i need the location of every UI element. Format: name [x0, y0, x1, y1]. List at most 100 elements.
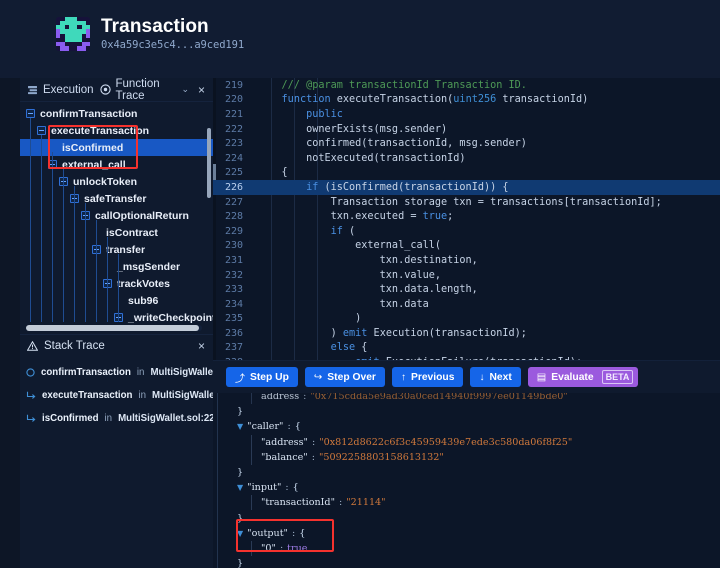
trace-node-label: isConfirmed [62, 141, 124, 154]
code-line[interactable]: 234 txn.data [213, 297, 720, 312]
code-text: public [306, 108, 343, 120]
tree-vertical-scrollbar[interactable] [207, 128, 211, 198]
json-row[interactable]: } [223, 556, 720, 568]
code-line[interactable]: 231 txn.destination, [213, 253, 720, 268]
code-line[interactable]: 233 txn.data.length, [213, 282, 720, 297]
code-line[interactable]: 228 txn.executed = true; [213, 209, 720, 224]
function-trace-tree[interactable]: confirmTransaction executeTransaction isCo… [20, 102, 213, 334]
trace-node[interactable]: unlockToken [20, 173, 213, 190]
json-row[interactable]: ▼ "input":{ [223, 480, 720, 495]
json-indent-rail [251, 434, 252, 450]
trace-node-label: confirmTransaction [40, 107, 138, 120]
trace-node-label: external_call [62, 158, 126, 171]
stack-trace-list: confirmTransaction in MultiSigWallet.sol… [20, 356, 213, 430]
stack-trace-title: Stack Trace [44, 339, 105, 352]
json-key: "input" [247, 482, 282, 494]
line-number: 235 [224, 313, 243, 325]
code-viewer[interactable]: 219 /// @param transactionId Transaction… [213, 78, 720, 360]
step-up-button[interactable]: ⤴ Step Up [226, 367, 298, 387]
stack-trace-function: executeTransaction [42, 390, 133, 401]
json-key: address [261, 393, 300, 403]
debugger-app: Transaction 0x4a59c3e5c4...a9ced191 Exec… [0, 0, 720, 568]
stack-trace-location: MultiSigWallet.sol:203 [152, 390, 213, 401]
code-line[interactable]: 226 if (isConfirmed(transactionId)) { [213, 180, 720, 195]
json-root-rail [217, 393, 218, 568]
json-row[interactable]: } [223, 404, 720, 419]
code-line[interactable]: 223 confirmed(transactionId, msg.sender) [213, 136, 720, 151]
json-row[interactable]: "transactionId": "21114" [223, 495, 720, 511]
trace-node[interactable]: isContract [20, 224, 213, 241]
step-over-button[interactable]: ↪ Step Over [304, 367, 385, 387]
json-collapse-caret[interactable]: ▼ [237, 483, 243, 492]
left-column: Execution Function Trace ⌄ × confirmTran… [20, 78, 213, 568]
json-colon: : [311, 451, 315, 463]
collapse-toggle-icon[interactable] [26, 109, 35, 118]
stack-trace-function: isConfirmed [42, 413, 99, 424]
json-row[interactable]: ▼ "output":{ [223, 526, 720, 541]
execution-icon [27, 85, 38, 95]
code-line[interactable]: 227 Transaction storage txn = transactio… [213, 195, 720, 210]
code-line[interactable]: 225 { [213, 166, 720, 181]
code-line[interactable]: 232 txn.value, [213, 268, 720, 283]
stack-trace-row[interactable]: executeTransaction in MultiSigWallet.sol… [26, 384, 213, 407]
json-row[interactable]: } [223, 511, 720, 526]
json-row[interactable]: } [223, 465, 720, 480]
json-collapse-caret[interactable]: ▼ [237, 422, 243, 431]
code-text: ) emit Execution(transactionId); [257, 327, 527, 339]
state-json-viewer[interactable]: address: "0x715cdda5e9ad30a0ced14940f9997… [213, 393, 720, 568]
step-up-icon: ⤴ [235, 373, 245, 385]
line-number: 227 [224, 196, 243, 208]
code-line[interactable]: 224 notExecuted(transactionId) [213, 151, 720, 166]
json-row[interactable]: address: "0x715cdda5e9ad30a0ced14940f9997… [223, 393, 720, 405]
json-collapse-caret[interactable]: ▼ [237, 529, 243, 538]
code-line[interactable]: 229 if ( [213, 224, 720, 239]
json-colon: : [287, 421, 291, 433]
code-line[interactable]: 237 else { [213, 341, 720, 356]
trace-node[interactable]: executeTransaction [20, 122, 213, 139]
chevron-down-icon[interactable]: ⌄ [181, 84, 189, 95]
line-number: 221 [224, 108, 243, 120]
trace-node[interactable]: trackVotes [20, 275, 213, 292]
stack-trace-row[interactable]: isConfirmed in MultiSigWallet.sol:226 [26, 407, 213, 430]
line-number: 233 [224, 284, 243, 296]
code-line[interactable]: 230 external_call( [213, 239, 720, 254]
page-title: Transaction [101, 16, 209, 37]
trace-node[interactable]: confirmTransaction [20, 105, 213, 122]
previous-button[interactable]: ↑ Previous [391, 367, 464, 387]
trace-node[interactable]: safeTransfer [20, 190, 213, 207]
tab-execution[interactable]: Execution [27, 84, 94, 96]
code-line[interactable]: 235 ) [213, 312, 720, 327]
code-line[interactable]: 219 /// @param transactionId Transaction… [213, 78, 720, 93]
tree-horizontal-scrollbar[interactable] [26, 325, 202, 331]
json-colon: : [311, 436, 316, 448]
evaluate-icon: ▤ [536, 371, 547, 383]
node-spacer [48, 143, 57, 152]
json-open-brace: { [294, 421, 301, 433]
trace-node[interactable]: callOptionalReturn [20, 207, 213, 224]
json-row[interactable]: "balance": "5092258803158613132" [223, 449, 720, 465]
tab-function-trace[interactable]: Function Trace ⌄ [99, 78, 189, 102]
trace-node[interactable]: _writeCheckpoint [20, 309, 213, 326]
stack-trace-close-icon[interactable]: × [195, 340, 208, 352]
trace-node[interactable]: _msgSender [20, 258, 213, 275]
trace-node[interactable]: external_call [20, 156, 213, 173]
trace-node[interactable]: isConfirmed [20, 139, 213, 156]
code-line[interactable]: 222 ownerExists(msg.sender) [213, 122, 720, 137]
json-row[interactable]: "0": true [223, 540, 720, 556]
next-button[interactable]: ↓ Next [470, 367, 521, 387]
code-text: if (isConfirmed(transactionId)) { [306, 181, 509, 193]
json-indent-rail [251, 540, 252, 556]
collapse-toggle-icon[interactable] [37, 126, 46, 135]
close-icon[interactable]: × [195, 84, 208, 96]
evaluate-button[interactable]: ▤ Evaluate BETA [527, 367, 639, 387]
json-row[interactable]: ▼ "caller":{ [223, 419, 720, 434]
code-line[interactable]: 220 function executeTransaction(uint256 … [213, 93, 720, 108]
trace-node[interactable]: sub96 [20, 292, 213, 309]
code-text: txn.value, [257, 269, 442, 281]
trace-node-label: _msgSender [117, 260, 181, 273]
code-line[interactable]: 236 ) emit Execution(transactionId); [213, 326, 720, 341]
json-row[interactable]: "address": "0x812d8622c6f3c45959439e7ede3… [223, 434, 720, 450]
stack-trace-row[interactable]: confirmTransaction in MultiSigWallet.sol… [26, 361, 213, 384]
trace-node[interactable]: transfer [20, 241, 213, 258]
code-line[interactable]: 221 public [213, 107, 720, 122]
